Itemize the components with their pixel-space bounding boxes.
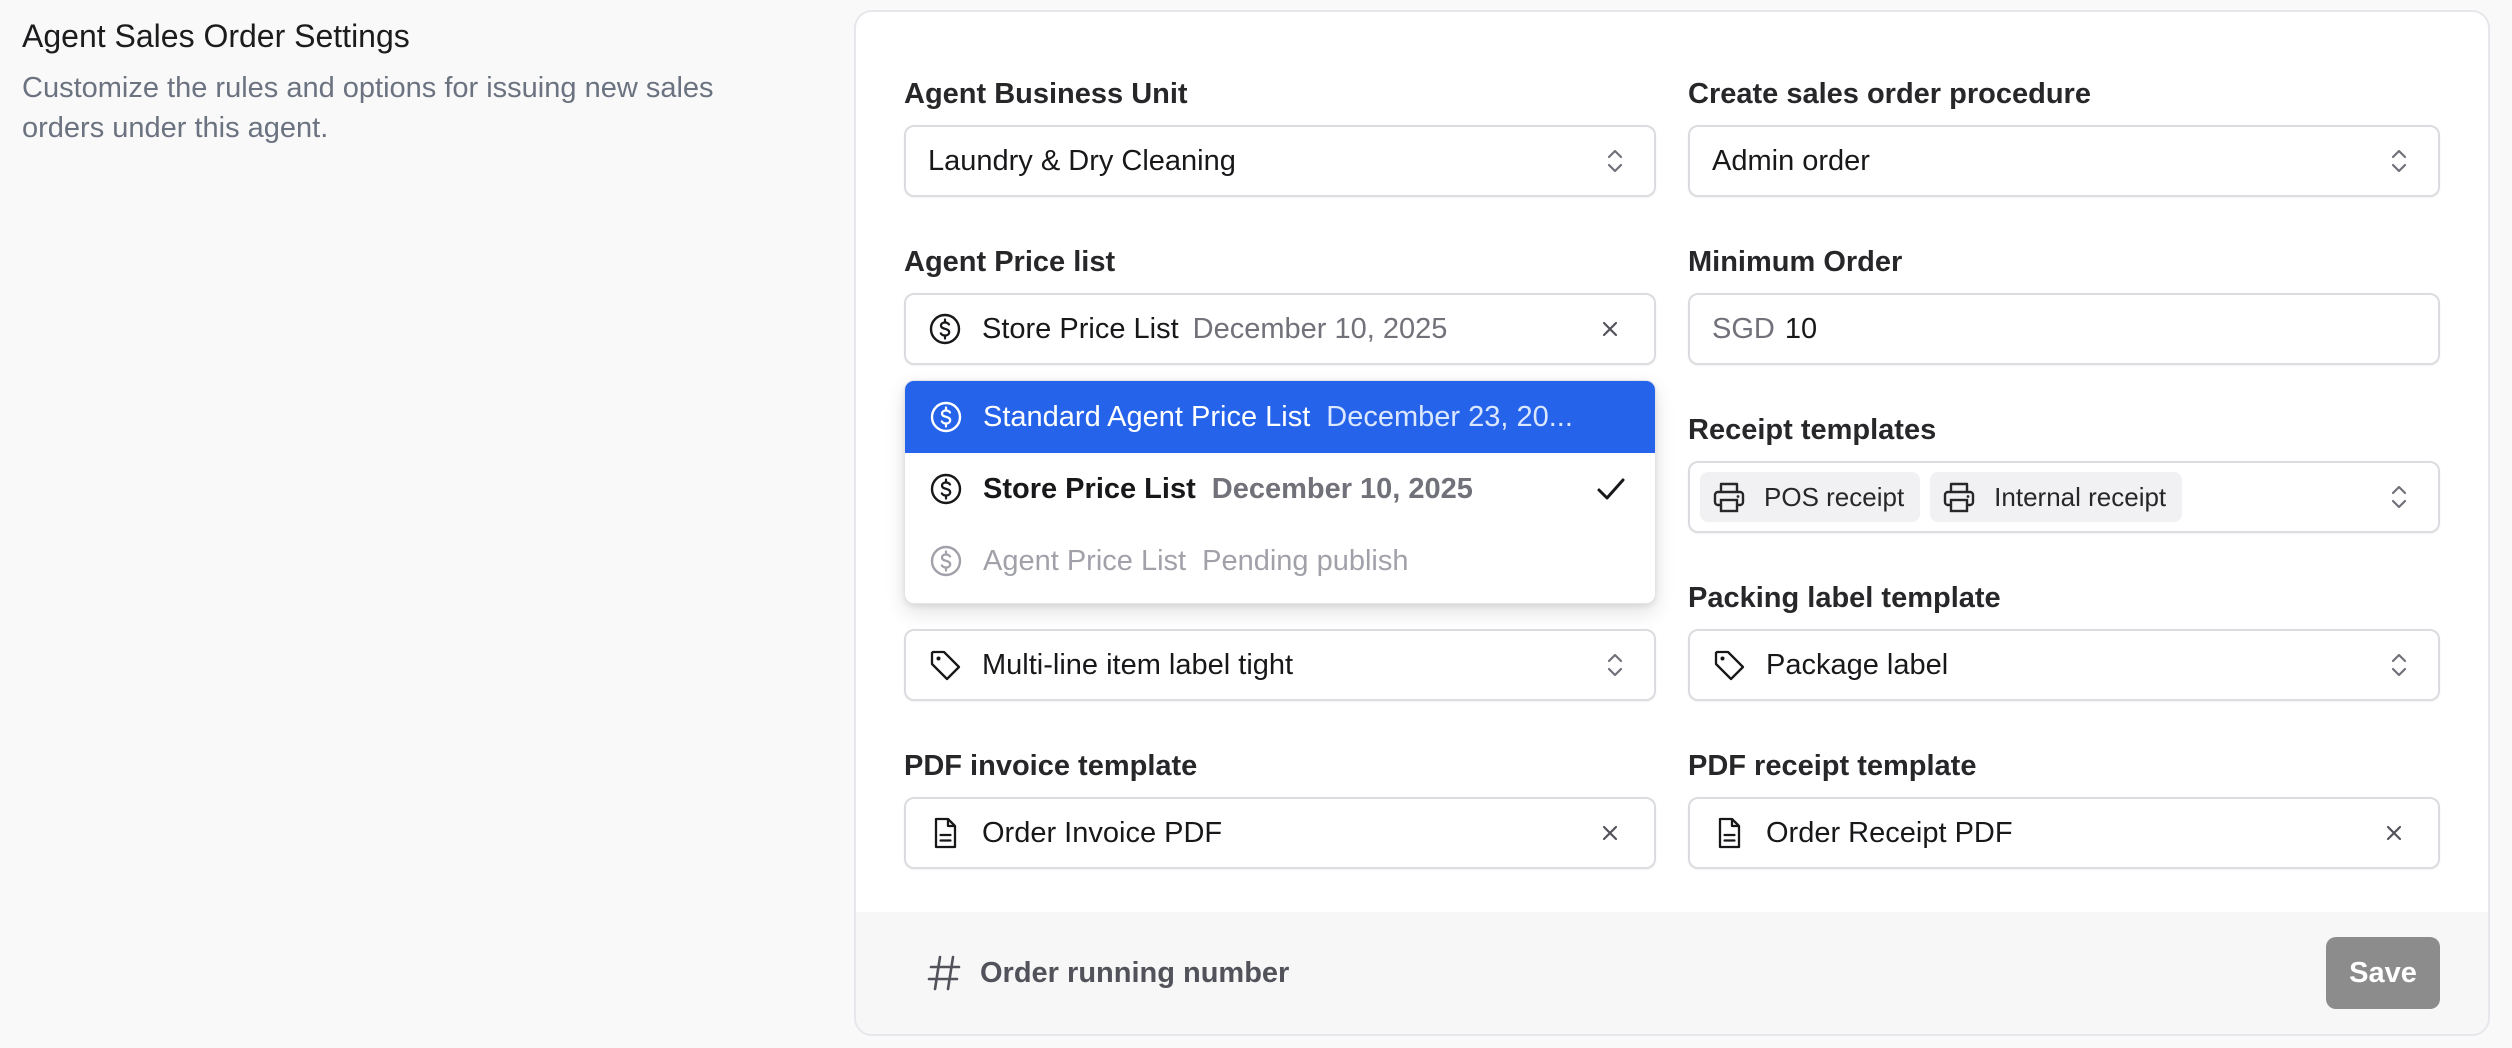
pdf-receipt-select[interactable]: Order Receipt PDF	[1688, 797, 2440, 869]
option-name: Standard Agent Price List	[983, 400, 1311, 433]
business-unit-value: Laundry & Dry Cleaning	[928, 144, 1236, 177]
price-list-label: Agent Price list	[904, 246, 1116, 278]
close-icon[interactable]	[1588, 811, 1632, 855]
pdf-invoice-label: PDF invoice template	[904, 750, 1198, 782]
check-icon	[1591, 469, 1631, 509]
price-list-option: Agent Price List Pending publish	[905, 525, 1655, 597]
receipt-chip[interactable]: POS receipt	[1700, 472, 1921, 522]
procedure-value: Admin order	[1712, 144, 1870, 177]
pdf-invoice-select[interactable]: Order Invoice PDF	[904, 797, 1656, 869]
pdf-receipt-value: Order Receipt PDF	[1766, 816, 2013, 849]
receipt-chip[interactable]: Internal receipt	[1930, 472, 2183, 522]
save-button[interactable]: Save	[2326, 937, 2440, 1009]
chevron-up-down-icon	[1598, 648, 1632, 682]
option-date: December 23, 20...	[1326, 400, 1573, 433]
price-list-date: December 10, 2025	[1192, 312, 1448, 345]
dollar-circle-icon	[929, 472, 963, 506]
printer-icon	[1710, 478, 1748, 516]
price-list-combobox[interactable]: Store Price List December 10, 2025	[904, 293, 1656, 365]
card-footer: Order running number Save	[856, 912, 2488, 1034]
section-description: Customize the rules and options for issu…	[22, 72, 714, 144]
pdf-receipt-label: PDF receipt template	[1688, 750, 1977, 782]
option-name: Store Price List	[983, 472, 1196, 505]
chevron-up-down-icon	[2382, 480, 2416, 514]
section-intro: Agent Sales Order Settings Customize the…	[22, 14, 782, 148]
chevron-up-down-icon	[2382, 144, 2416, 178]
item-label-template-select[interactable]: Multi-line item label tight	[904, 629, 1656, 701]
receipt-chip-label: POS receipt	[1764, 481, 1905, 512]
close-icon[interactable]	[1588, 307, 1632, 351]
minimum-order-label: Minimum Order	[1688, 246, 1903, 278]
section-title: Agent Sales Order Settings	[22, 18, 410, 54]
tag-icon	[1712, 648, 1746, 682]
dollar-circle-icon	[928, 312, 962, 346]
price-list-option[interactable]: Standard Agent Price List December 23, 2…	[905, 381, 1655, 453]
price-list-value: Store Price List	[982, 312, 1179, 345]
option-name: Agent Price List	[983, 544, 1187, 577]
file-text-icon	[928, 816, 962, 850]
hash-icon	[926, 953, 962, 993]
pdf-invoice-value: Order Invoice PDF	[982, 816, 1223, 849]
dollar-circle-icon	[929, 544, 963, 578]
printer-icon	[1940, 478, 1978, 516]
receipt-templates-multiselect[interactable]: POS receipt Internal receipt	[1688, 461, 2440, 533]
currency-prefix: SGD	[1712, 312, 1775, 345]
business-unit-label: Agent Business Unit	[904, 78, 1188, 110]
settings-page: Agent Sales Order Settings Customize the…	[0, 0, 2512, 1048]
chevron-up-down-icon	[2382, 648, 2416, 682]
option-date: December 10, 2025	[1211, 472, 1473, 505]
running-number-link[interactable]: Order running number	[980, 957, 1289, 990]
item-label-template-value: Multi-line item label tight	[982, 648, 1294, 681]
price-list-dropdown: Standard Agent Price List December 23, 2…	[904, 380, 1656, 604]
settings-card: Agent Business Unit Laundry & Dry Cleani…	[854, 10, 2490, 1036]
procedure-select[interactable]: Admin order	[1688, 125, 2440, 197]
tag-icon	[928, 648, 962, 682]
business-unit-select[interactable]: Laundry & Dry Cleaning	[904, 125, 1656, 197]
minimum-order-input[interactable]: SGD 10	[1688, 293, 2440, 365]
dollar-circle-icon	[929, 400, 963, 434]
minimum-order-value: 10	[1784, 312, 1818, 345]
receipt-templates-label: Receipt templates	[1688, 414, 1937, 446]
packing-label-value: Package label	[1766, 648, 1949, 681]
receipt-chip-label: Internal receipt	[1994, 481, 2167, 512]
packing-label-select[interactable]: Package label	[1688, 629, 2440, 701]
packing-label-label: Packing label template	[1688, 582, 2001, 614]
close-icon[interactable]	[2372, 811, 2416, 855]
chevron-up-down-icon	[1598, 144, 1632, 178]
price-list-option[interactable]: Store Price List December 10, 2025	[905, 453, 1655, 525]
option-date: Pending publish	[1202, 544, 1409, 577]
procedure-label: Create sales order procedure	[1688, 78, 2091, 110]
file-text-icon	[1712, 816, 1746, 850]
